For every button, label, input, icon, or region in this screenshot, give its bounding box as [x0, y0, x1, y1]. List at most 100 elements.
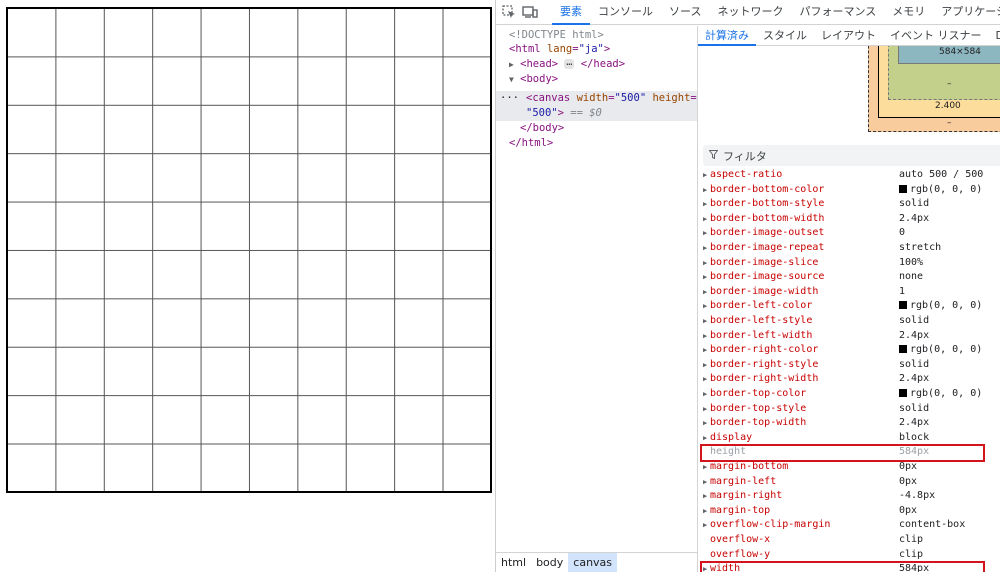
expand-triangle-icon[interactable]: ▶ [703, 562, 707, 572]
expand-triangle-icon[interactable]: ▶ [703, 299, 707, 314]
expand-triangle-icon[interactable]: ▶ [703, 285, 707, 300]
expand-triangle-icon[interactable]: ▶ [703, 475, 707, 490]
computed-property-row[interactable]: ▶ border-image-source none [698, 270, 1000, 285]
expand-triangle-icon[interactable]: ▶ [703, 387, 707, 402]
computed-property-row[interactable]: ▶ border-image-repeat stretch [698, 241, 1000, 256]
computed-property-row[interactable]: ▶ margin-top 0px [698, 504, 1000, 519]
property-name: display [710, 431, 753, 443]
color-swatch-icon[interactable] [899, 184, 907, 193]
expand-triangle-icon[interactable]: ▶ [703, 343, 707, 358]
expand-triangle-icon[interactable]: ▶ [703, 372, 707, 387]
computed-property-row[interactable]: ▶ border-bottom-width 2.4px [698, 212, 1000, 227]
computed-property-row[interactable]: ▶ border-left-style solid [698, 314, 1000, 329]
computed-property-row[interactable]: ▶ border-image-width 1 [698, 285, 1000, 300]
expand-triangle-icon[interactable]: ▶ [703, 241, 707, 256]
tab-sub-1[interactable]: スタイル [756, 26, 814, 46]
property-value-text: 100% [899, 256, 924, 268]
tab-main-4[interactable]: パフォーマンス [791, 0, 884, 25]
dom-body-node[interactable]: ▼ <body> [509, 72, 558, 88]
expand-triangle-icon[interactable]: ▶ [703, 183, 707, 198]
inspect-element-icon[interactable] [502, 2, 516, 22]
tab-main-3[interactable]: ネットワーク [709, 0, 791, 25]
expand-triangle-icon[interactable]: ▶ [703, 416, 707, 431]
dom-row-menu[interactable]: ··· [500, 91, 519, 106]
expand-triangle-icon[interactable]: ▶ [509, 60, 514, 69]
dom-html-close[interactable]: </html> [509, 136, 553, 151]
grid-canvas[interactable] [6, 7, 492, 493]
property-value-text: 584px [899, 446, 930, 458]
computed-property-row[interactable]: height 584px [698, 445, 1000, 460]
tab-sub-0[interactable]: 計算済み [698, 26, 756, 46]
box-model-padding-value: – [947, 79, 952, 89]
computed-property-row[interactable]: ▶ border-bottom-color rgb(0, 0, 0) [698, 183, 1000, 198]
computed-property-row[interactable]: ▶ width 584px [698, 562, 1000, 572]
collapsed-ellipsis[interactable]: … [564, 58, 575, 69]
breadcrumb-html[interactable]: html [496, 553, 531, 572]
computed-property-row[interactable]: ▶ margin-right -4.8px [698, 489, 1000, 504]
dom-head-node[interactable]: ▶ <head> … </head> [509, 57, 625, 73]
box-model-content[interactable]: 584×584 [898, 46, 1000, 64]
computed-property-row[interactable]: ▶ border-left-width 2.4px [698, 329, 1000, 344]
computed-property-row[interactable]: ▶ aspect-ratio auto 500 / 500 [698, 168, 1000, 183]
expand-triangle-icon[interactable]: ▶ [703, 256, 707, 271]
collapse-triangle-icon[interactable]: ▼ [509, 75, 514, 84]
property-value: solid [899, 314, 929, 329]
computed-property-row[interactable]: ▶ margin-left 0px [698, 475, 1000, 490]
computed-property-row[interactable]: ▶ border-image-outset 0 [698, 226, 1000, 241]
property-value-text: rgb(0, 0, 0) [910, 183, 983, 195]
computed-property-row[interactable]: ▶ border-right-width 2.4px [698, 372, 1000, 387]
expand-triangle-icon[interactable]: ▶ [703, 460, 707, 475]
expand-triangle-icon[interactable]: ▶ [703, 168, 707, 183]
color-swatch-icon[interactable] [899, 389, 907, 397]
row-menu-icon[interactable]: ··· [500, 92, 519, 104]
property-value-text: content-box [899, 519, 966, 531]
tab-sub-2[interactable]: レイアウト [814, 26, 883, 46]
tab-sub-4[interactable]: DOM ブレ [989, 26, 1000, 46]
expand-triangle-icon[interactable]: ▶ [703, 358, 707, 373]
expand-triangle-icon[interactable]: ▶ [703, 402, 707, 417]
property-value-text: 0px [899, 475, 918, 487]
computed-property-row[interactable]: overflow-x clip [698, 533, 1000, 548]
breadcrumb-canvas[interactable]: canvas [568, 552, 618, 572]
computed-property-row[interactable]: ▶ overflow-clip-margin content-box [698, 518, 1000, 533]
computed-property-row[interactable]: ▶ border-bottom-style solid [698, 197, 1000, 212]
tab-main-0[interactable]: 要素 [552, 0, 590, 25]
breadcrumb-body[interactable]: body [531, 553, 568, 572]
tab-main-5[interactable]: メモリ [884, 0, 933, 25]
computed-property-row[interactable]: ▶ border-right-style solid [698, 358, 1000, 373]
dom-body-close[interactable]: </body> [520, 121, 564, 136]
computed-property-row[interactable]: ▶ border-left-color rgb(0, 0, 0) [698, 299, 1000, 314]
expand-triangle-icon[interactable]: ▶ [703, 518, 707, 533]
expand-triangle-icon[interactable]: ▶ [703, 197, 707, 212]
computed-property-row[interactable]: ▶ border-top-width 2.4px [698, 416, 1000, 431]
computed-property-row[interactable]: ▶ margin-bottom 0px [698, 460, 1000, 475]
device-toolbar-icon[interactable] [522, 2, 538, 22]
expand-triangle-icon[interactable]: ▶ [703, 489, 707, 504]
tab-main-2[interactable]: ソース [661, 0, 709, 25]
color-swatch-icon[interactable] [899, 345, 907, 354]
property-value-text: auto 500 / 500 [899, 169, 984, 180]
computed-property-row[interactable]: overflow-y clip [698, 548, 1000, 563]
computed-property-row[interactable]: ▶ border-top-color rgb(0, 0, 0) [698, 387, 1000, 402]
tab-main-1[interactable]: コンソール [590, 0, 661, 25]
expand-triangle-icon[interactable]: ▶ [703, 431, 707, 446]
tab-sub-3[interactable]: イベント リスナー [883, 26, 989, 46]
dom-html-open[interactable]: <html lang="ja"> [509, 42, 610, 57]
tab-main-6[interactable]: アプリケーション [933, 0, 1000, 25]
box-model-diagram: 584×584 – 2.400 – [698, 46, 1000, 144]
filter-input[interactable]: フィルタ [703, 145, 1000, 166]
computed-property-row[interactable]: ▶ border-top-style solid [698, 402, 1000, 417]
dom-doctype[interactable]: <!DOCTYPE html> [509, 28, 604, 43]
color-swatch-icon[interactable] [899, 301, 907, 310]
computed-property-row[interactable]: ▶ display block [698, 431, 1000, 446]
expand-triangle-icon[interactable]: ▶ [703, 329, 707, 344]
dom-canvas-node-cont[interactable]: "500"> == $0 [526, 106, 602, 121]
computed-property-row[interactable]: ▶ border-image-slice 100% [698, 256, 1000, 271]
expand-triangle-icon[interactable]: ▶ [703, 504, 707, 519]
dom-canvas-node[interactable]: <canvas width="500" height= [526, 91, 697, 106]
expand-triangle-icon[interactable]: ▶ [703, 212, 707, 227]
expand-triangle-icon[interactable]: ▶ [703, 226, 707, 241]
expand-triangle-icon[interactable]: ▶ [703, 270, 707, 285]
expand-triangle-icon[interactable]: ▶ [703, 314, 707, 329]
computed-property-row[interactable]: ▶ border-right-color rgb(0, 0, 0) [698, 343, 1000, 358]
